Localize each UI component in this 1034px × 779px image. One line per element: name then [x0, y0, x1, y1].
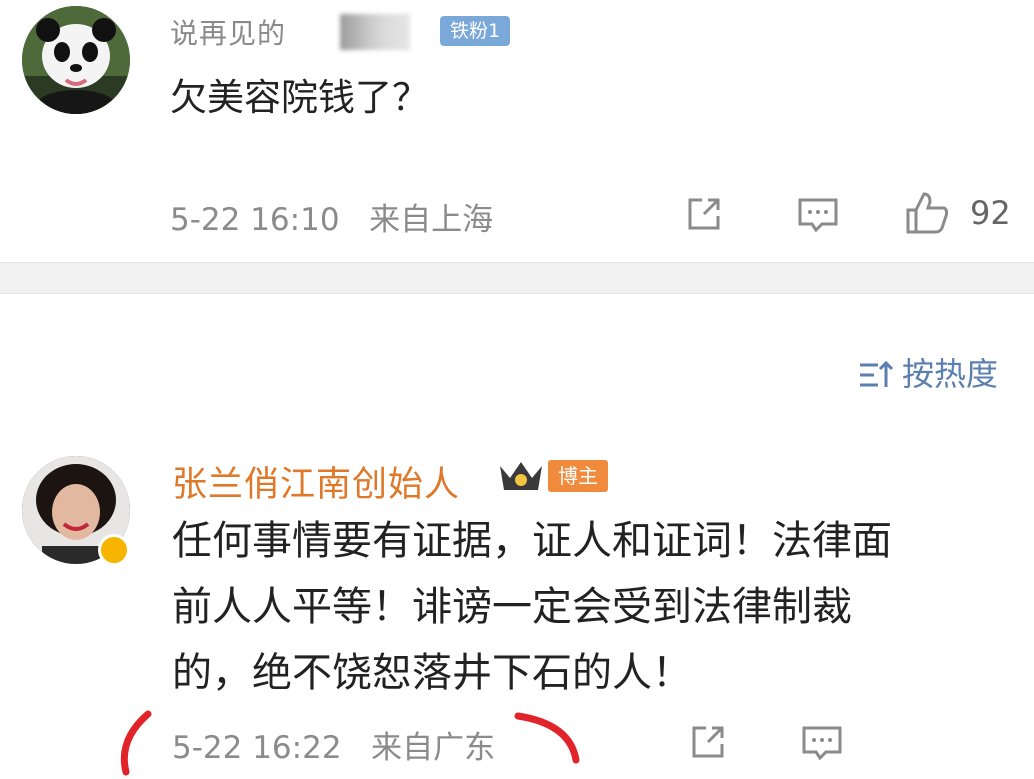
comment-icon[interactable] — [796, 196, 840, 234]
fan-badge: 铁粉1 — [440, 16, 511, 46]
sort-label: 按热度 — [902, 355, 999, 393]
comment-meta: 5-22 16:10 来自上海 — [170, 194, 493, 239]
like-count: 92 — [970, 194, 1011, 232]
comment-line: 任何事情要有证据，证人和证词！法律面 — [172, 518, 892, 564]
location: 来自上海 — [369, 202, 494, 238]
comment-text: 任何事情要有证据，证人和证词！法律面 前人人平等！诽谤一定会受到法律制裁 的，绝… — [172, 508, 1012, 706]
verified-badge-icon — [98, 534, 130, 566]
crown-icon — [496, 456, 546, 496]
comment-item: 说再见的 铁粉1 欠美容院钱了？ 5-22 16:10 来自上海 92 — [0, 0, 1034, 258]
section-divider — [0, 262, 1034, 294]
username[interactable]: 说再见的 — [170, 12, 286, 52]
comment-line: 前人人平等！诽谤一定会受到法律制裁 — [172, 584, 852, 630]
share-icon[interactable] — [688, 722, 728, 762]
blogger-badge: 博主 — [548, 460, 608, 492]
comment-text: 欠美容院钱了？ — [170, 76, 429, 119]
panda-avatar-icon — [22, 6, 130, 114]
username-blur-overlay — [340, 14, 410, 50]
avatar[interactable] — [22, 6, 130, 114]
username[interactable]: 张兰俏江南创始人 — [172, 456, 460, 507]
timestamp: 5-22 16:10 — [170, 202, 340, 238]
comment-icon[interactable] — [800, 724, 844, 762]
thumbs-up-icon[interactable] — [904, 190, 952, 236]
red-annotation-mark — [120, 710, 580, 776]
comment-line: 的，绝不饶恕落井下石的人！ — [172, 650, 692, 696]
sort-icon — [858, 358, 894, 390]
share-icon[interactable] — [684, 194, 724, 234]
